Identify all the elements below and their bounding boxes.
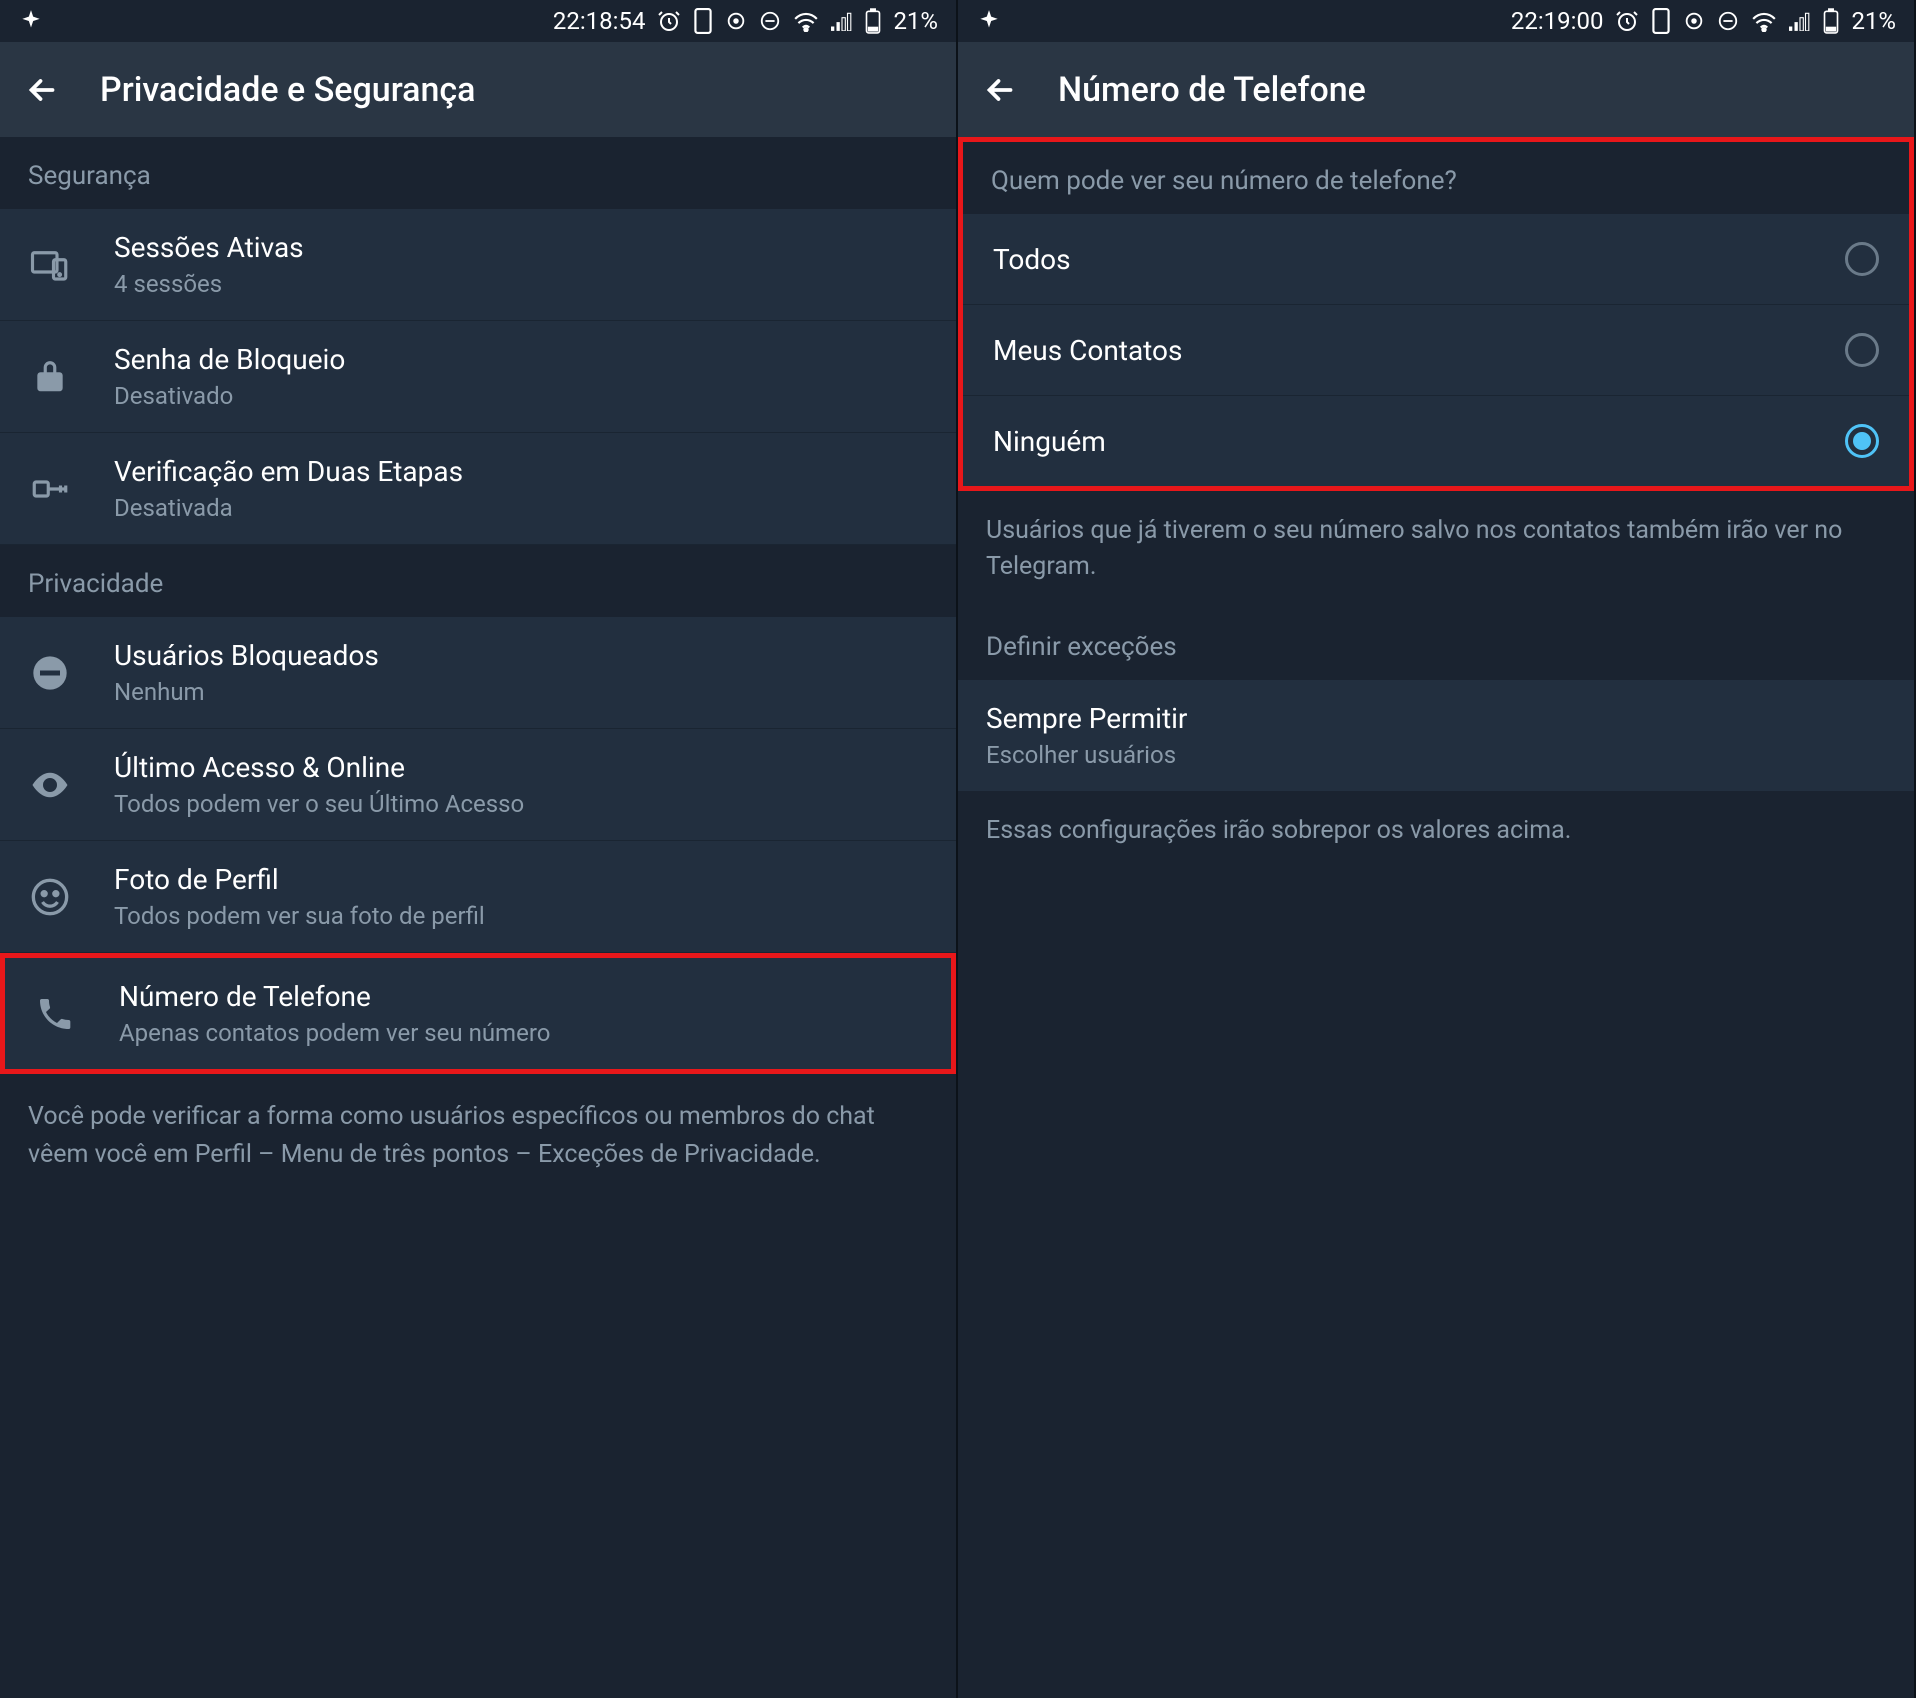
item-sub: Todos podem ver o seu Último Acesso — [114, 790, 928, 818]
item-sub: Desativada — [114, 494, 928, 522]
item-two-step[interactable]: Verificação em Duas Etapas Desativada — [0, 433, 956, 545]
status-bar: 22:18:54 21% — [0, 0, 956, 42]
section-header-question: Quem pode ver seu número de telefone? — [963, 142, 1909, 214]
location-icon — [1683, 10, 1705, 32]
section-header-security: Segurança — [0, 137, 956, 209]
item-sub: Apenas contatos podem ver seu número — [119, 1019, 923, 1047]
app-bar: Privacidade e Segurança — [0, 42, 956, 137]
item-active-sessions[interactable]: Sessões Ativas 4 sessões — [0, 209, 956, 321]
info-text-saved-contacts: Usuários que já tiverem o seu número sal… — [958, 491, 1914, 608]
phone-right-phone-number: 22:19:00 21% Número de Telefone Quem pod… — [958, 0, 1916, 1698]
info-text-override: Essas configurações irão sobrepor os val… — [958, 791, 1914, 871]
page-title: Privacidade e Segurança — [100, 70, 475, 110]
status-bar: 22:19:00 21% — [958, 0, 1914, 42]
minus-circle-icon — [28, 651, 72, 695]
item-phone-number[interactable]: Número de Telefone Apenas contatos podem… — [5, 958, 951, 1069]
signal-icon — [831, 11, 853, 31]
item-title: Usuários Bloqueados — [114, 639, 928, 672]
lock-icon — [28, 355, 72, 399]
rocket-icon — [18, 8, 44, 34]
radio-label: Meus Contatos — [993, 334, 1182, 367]
dnd-icon — [759, 10, 781, 32]
back-arrow-icon[interactable] — [982, 72, 1018, 108]
radio-unchecked-icon — [1845, 333, 1879, 367]
devices-icon — [28, 243, 72, 287]
alarm-icon — [657, 9, 681, 33]
radio-option-everyone[interactable]: Todos — [963, 214, 1909, 305]
radio-label: Ninguém — [993, 425, 1106, 458]
phone-outline-icon — [693, 8, 713, 34]
page-title: Número de Telefone — [1058, 70, 1366, 110]
wifi-icon — [1751, 10, 1777, 32]
eye-icon — [28, 763, 72, 807]
item-always-allow[interactable]: Sempre Permitir Escolher usuários — [958, 680, 1914, 791]
phone-left-privacy-security: 22:18:54 21% Privacidade e Segurança Seg… — [0, 0, 958, 1698]
alarm-icon — [1615, 9, 1639, 33]
app-bar: Número de Telefone — [958, 42, 1914, 137]
item-sub: Desativado — [114, 382, 928, 410]
item-blocked-users[interactable]: Usuários Bloqueados Nenhum — [0, 617, 956, 729]
item-sub: 4 sessões — [114, 270, 928, 298]
smiley-icon — [28, 875, 72, 919]
highlight-who-can-see: Quem pode ver seu número de telefone? To… — [958, 137, 1914, 491]
item-title: Sempre Permitir — [986, 702, 1886, 735]
section-header-privacy: Privacidade — [0, 545, 956, 617]
item-title: Último Acesso & Online — [114, 751, 928, 784]
item-title: Foto de Perfil — [114, 863, 928, 896]
section-header-exceptions: Definir exceções — [958, 608, 1914, 680]
phone-outline-icon — [1651, 8, 1671, 34]
rocket-icon — [976, 8, 1002, 34]
item-title: Verificação em Duas Etapas — [114, 455, 928, 488]
privacy-footer-text: Você pode verificar a forma como usuário… — [0, 1074, 956, 1197]
dnd-icon — [1717, 10, 1739, 32]
back-arrow-icon[interactable] — [24, 72, 60, 108]
radio-checked-icon — [1845, 424, 1879, 458]
radio-label: Todos — [993, 243, 1071, 276]
radio-option-nobody[interactable]: Ninguém — [963, 396, 1909, 486]
battery-icon — [865, 8, 881, 34]
item-title: Sessões Ativas — [114, 231, 928, 264]
item-sub: Nenhum — [114, 678, 928, 706]
item-sub: Escolher usuários — [986, 741, 1886, 769]
wifi-icon — [793, 10, 819, 32]
phone-icon — [33, 992, 77, 1036]
radio-option-contacts[interactable]: Meus Contatos — [963, 305, 1909, 396]
item-sub: Todos podem ver sua foto de perfil — [114, 902, 928, 930]
item-title: Senha de Bloqueio — [114, 343, 928, 376]
item-profile-photo[interactable]: Foto de Perfil Todos podem ver sua foto … — [0, 841, 956, 953]
status-battery: 21% — [1851, 7, 1896, 35]
highlight-phone-number: Número de Telefone Apenas contatos podem… — [0, 953, 956, 1074]
item-last-seen[interactable]: Último Acesso & Online Todos podem ver o… — [0, 729, 956, 841]
item-passcode-lock[interactable]: Senha de Bloqueio Desativado — [0, 321, 956, 433]
status-time: 22:18:54 — [553, 7, 646, 35]
signal-icon — [1789, 11, 1811, 31]
item-title: Número de Telefone — [119, 980, 923, 1013]
battery-icon — [1823, 8, 1839, 34]
status-battery: 21% — [893, 7, 938, 35]
location-icon — [725, 10, 747, 32]
key-icon — [28, 467, 72, 511]
status-time: 22:19:00 — [1511, 7, 1604, 35]
radio-unchecked-icon — [1845, 242, 1879, 276]
